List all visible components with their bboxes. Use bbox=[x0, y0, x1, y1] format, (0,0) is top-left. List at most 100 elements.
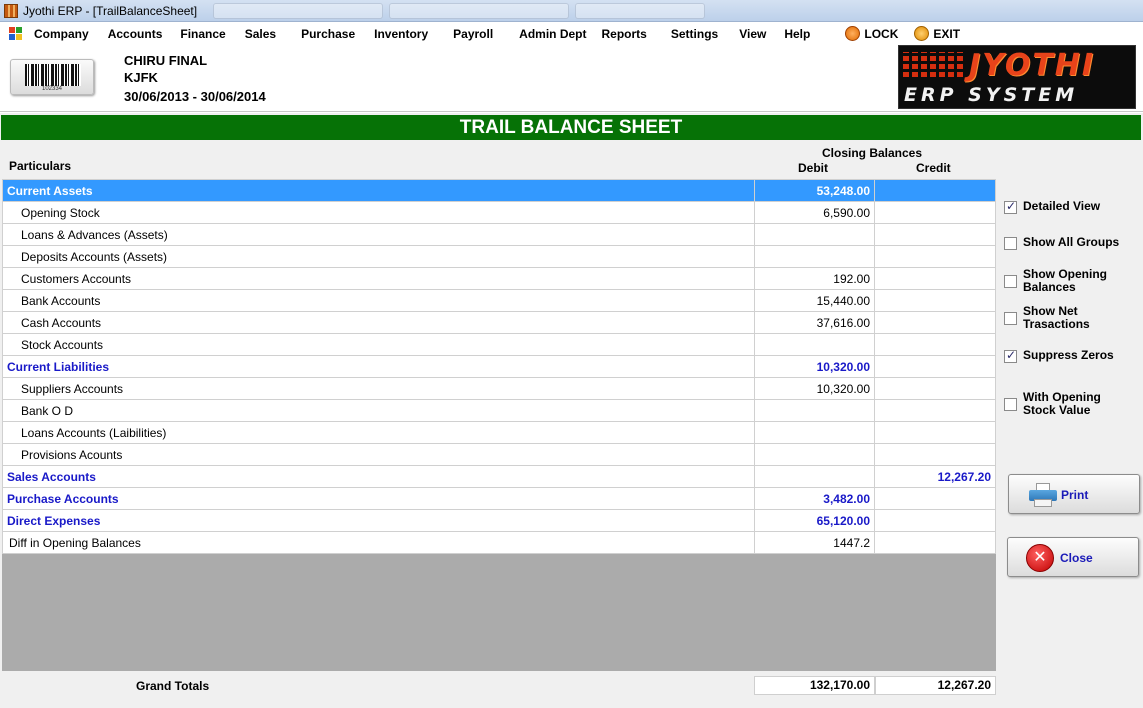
option-show-net-transactions[interactable]: Show Net Trasactions bbox=[1004, 305, 1123, 331]
row-label: Deposits Accounts (Assets) bbox=[2, 245, 755, 268]
menu-accounts[interactable]: Accounts bbox=[108, 27, 163, 41]
background-window-tab[interactable] bbox=[213, 2, 384, 19]
option-show-all-groups[interactable]: Show All Groups bbox=[1004, 236, 1123, 250]
row-debit bbox=[754, 245, 875, 268]
row-label: Stock Accounts bbox=[2, 333, 755, 356]
grand-total-credit: 12,267.20 bbox=[875, 676, 996, 695]
row-credit bbox=[874, 333, 996, 356]
menu-settings[interactable]: Settings bbox=[671, 27, 718, 41]
lock-button[interactable]: LOCK bbox=[845, 26, 898, 41]
printer-icon bbox=[1029, 483, 1057, 507]
option-with-opening-stock-value[interactable]: With Opening Stock Value bbox=[1004, 391, 1123, 417]
group-row[interactable]: Current Assets 53,248.00 bbox=[2, 179, 996, 202]
group-row[interactable]: Sales Accounts 12,267.20 bbox=[2, 465, 996, 488]
row-credit bbox=[874, 355, 996, 378]
row-debit bbox=[754, 223, 875, 246]
menu-company[interactable]: Company bbox=[34, 27, 89, 41]
detailed-view-label: Detailed View bbox=[1023, 199, 1101, 213]
row-credit bbox=[874, 289, 996, 312]
menu-admin-dept[interactable]: Admin Dept bbox=[519, 27, 586, 41]
column-header-credit: Credit bbox=[916, 161, 951, 175]
table-row[interactable]: Bank Accounts 15,440.00 bbox=[2, 289, 996, 312]
row-debit: 65,120.00 bbox=[754, 509, 875, 532]
menu-purchase[interactable]: Purchase bbox=[301, 27, 355, 41]
row-label: Sales Accounts bbox=[2, 465, 755, 488]
background-window-tab[interactable] bbox=[389, 2, 570, 19]
print-button[interactable]: Print bbox=[1008, 474, 1140, 514]
row-label: Purchase Accounts bbox=[2, 487, 755, 510]
row-label: Direct Expenses bbox=[2, 509, 755, 532]
menu-inventory[interactable]: Inventory bbox=[374, 27, 428, 41]
row-label: Diff in Opening Balances bbox=[2, 531, 755, 554]
row-debit: 53,248.00 bbox=[754, 179, 875, 202]
table-row[interactable]: Loans & Advances (Assets) bbox=[2, 223, 996, 246]
row-debit bbox=[754, 421, 875, 444]
row-label: Provisions Acounts bbox=[2, 443, 755, 466]
table-row[interactable]: Diff in Opening Balances 1447.2 bbox=[2, 531, 996, 554]
window-title-bar: Jyothi ERP - [TrailBalanceSheet] bbox=[0, 0, 1143, 22]
app-menu-icon[interactable] bbox=[9, 26, 23, 41]
show-opening-balances-checkbox[interactable] bbox=[1004, 275, 1017, 288]
group-row[interactable]: Direct Expenses 65,120.00 bbox=[2, 509, 996, 532]
row-credit bbox=[874, 377, 996, 400]
menu-reports[interactable]: Reports bbox=[602, 27, 647, 41]
row-credit bbox=[874, 399, 996, 422]
table-row[interactable]: Deposits Accounts (Assets) bbox=[2, 245, 996, 268]
detailed-view-checkbox[interactable] bbox=[1004, 199, 1017, 214]
row-credit bbox=[874, 223, 996, 246]
app-icon bbox=[4, 3, 18, 18]
financial-period: 30/06/2013 - 30/06/2014 bbox=[124, 89, 266, 104]
suppress-zeros-checkbox[interactable] bbox=[1004, 348, 1017, 363]
table-row[interactable]: Opening Stock 6,590.00 bbox=[2, 201, 996, 224]
table-row[interactable]: Customers Accounts 192.00 bbox=[2, 267, 996, 290]
table-row[interactable]: Cash Accounts 37,616.00 bbox=[2, 311, 996, 334]
row-label: Bank O D bbox=[2, 399, 755, 422]
row-debit: 10,320.00 bbox=[754, 377, 875, 400]
show-all-groups-label: Show All Groups bbox=[1023, 235, 1120, 249]
table-row[interactable]: Suppliers Accounts 10,320.00 bbox=[2, 377, 996, 400]
company-header: 102334 CHIRU FINAL KJFK 30/06/2013 - 30/… bbox=[0, 45, 1143, 112]
option-show-opening-balances[interactable]: Show Opening Balances bbox=[1004, 268, 1123, 294]
suppress-zeros-label: Suppress Zeros bbox=[1023, 348, 1114, 362]
exit-label: EXIT bbox=[933, 26, 961, 41]
menu-sales[interactable]: Sales bbox=[245, 27, 276, 41]
column-header-debit: Debit bbox=[798, 161, 828, 175]
show-all-groups-checkbox[interactable] bbox=[1004, 237, 1017, 250]
row-debit bbox=[754, 443, 875, 466]
row-credit bbox=[874, 245, 996, 268]
close-button[interactable]: ✕ Close bbox=[1007, 537, 1139, 577]
row-debit: 6,590.00 bbox=[754, 201, 875, 224]
with-opening-stock-value-checkbox[interactable] bbox=[1004, 398, 1017, 411]
row-credit bbox=[874, 201, 996, 224]
exit-button[interactable]: EXIT bbox=[914, 26, 960, 41]
table-row[interactable]: Bank O D bbox=[2, 399, 996, 422]
menu-bar: Company Accounts Finance Sales Purchase … bbox=[0, 22, 1143, 45]
barcode-icon: 102334 bbox=[10, 59, 94, 95]
menu-help[interactable]: Help bbox=[784, 27, 810, 41]
row-label: Bank Accounts bbox=[2, 289, 755, 312]
row-label: Customers Accounts bbox=[2, 267, 755, 290]
menu-payroll[interactable]: Payroll bbox=[453, 27, 493, 41]
group-row[interactable]: Purchase Accounts 3,482.00 bbox=[2, 487, 996, 510]
row-label: Loans Accounts (Laibilities) bbox=[2, 421, 755, 444]
column-header-particulars: Particulars bbox=[9, 159, 72, 173]
row-credit bbox=[874, 179, 996, 202]
lock-icon bbox=[845, 26, 861, 41]
trial-balance-grid[interactable]: Current Assets 53,248.00 Opening Stock 6,59… bbox=[2, 179, 996, 671]
option-detailed-view[interactable]: Detailed View bbox=[1004, 199, 1123, 214]
table-row[interactable]: Stock Accounts bbox=[2, 333, 996, 356]
option-suppress-zeros[interactable]: Suppress Zeros bbox=[1004, 348, 1123, 363]
group-row[interactable]: Current Liabilities 10,320.00 bbox=[2, 355, 996, 378]
menu-finance[interactable]: Finance bbox=[180, 27, 225, 41]
background-window-tab[interactable] bbox=[575, 2, 706, 19]
jyothi-erp-logo: JYOTHI ERP SYSTEM bbox=[898, 45, 1136, 109]
row-debit bbox=[754, 333, 875, 356]
table-row[interactable]: Provisions Acounts bbox=[2, 443, 996, 466]
print-label: Print bbox=[1061, 488, 1089, 502]
row-label: Loans & Advances (Assets) bbox=[2, 223, 755, 246]
menu-view[interactable]: View bbox=[739, 27, 766, 41]
row-debit: 10,320.00 bbox=[754, 355, 875, 378]
table-row[interactable]: Loans Accounts (Laibilities) bbox=[2, 421, 996, 444]
trial-balance-panel: TRAIL BALANCE SHEET Particulars Closing … bbox=[0, 113, 1143, 708]
show-net-transactions-checkbox[interactable] bbox=[1004, 312, 1017, 325]
